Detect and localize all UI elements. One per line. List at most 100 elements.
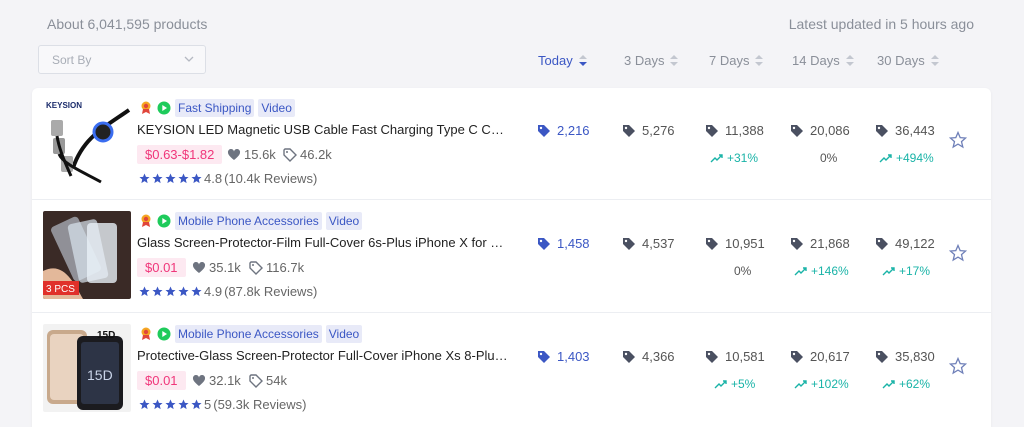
tag-icon	[706, 237, 718, 250]
stat-3-days: 4,366	[622, 349, 675, 364]
delta-14-days: +102%	[794, 377, 849, 391]
tag-category[interactable]: Mobile Phone Accessories	[175, 212, 322, 230]
product-title[interactable]: Protective-Glass Screen-Protector Full-C…	[137, 348, 509, 363]
price-badge: $0.63-$1.82	[137, 145, 223, 164]
price-badge: $0.01	[137, 371, 186, 390]
sort-3-days[interactable]: 3 Days	[624, 53, 679, 68]
product-thumbnail[interactable]: 15D 15D	[43, 324, 131, 412]
delta-7-days: 0%	[734, 264, 752, 278]
tag-video[interactable]: Video	[325, 212, 363, 230]
orders-count: 54k	[249, 373, 287, 388]
star-icon	[139, 399, 150, 410]
trend-up-icon	[882, 380, 895, 389]
star-icon	[139, 173, 150, 184]
cable-image: KEYSION	[43, 98, 131, 186]
tag-icon	[706, 124, 718, 137]
col-label: 30 Days	[877, 53, 925, 68]
toolbar: About 6,041,595 products Latest updated …	[0, 0, 1024, 90]
review-count: (10.4k Reviews)	[224, 171, 318, 186]
col-label: Today	[538, 53, 573, 68]
screen-protector-image: 3 PCS	[43, 211, 131, 299]
badge-row: Mobile Phone Accessories Video	[139, 325, 363, 343]
sort-7-days[interactable]: 7 Days	[709, 53, 764, 68]
rating: 5 (59.3k Reviews)	[139, 397, 306, 412]
delta-30-days: +494%	[879, 151, 934, 165]
tag-icon	[623, 237, 635, 250]
award-icon	[141, 101, 151, 114]
stat-14-days: 20,617	[790, 349, 850, 364]
trend-up-icon	[882, 267, 895, 276]
favorite-star-icon[interactable]	[949, 131, 967, 149]
product-thumbnail[interactable]: KEYSION	[43, 98, 131, 186]
delta-14-days: +146%	[794, 264, 849, 278]
product-list: KEYSION Fast Shipping Video KEYSION LED …	[32, 88, 991, 427]
delta-30-days: +17%	[882, 264, 930, 278]
likes-value: 32.1k	[209, 373, 241, 388]
tag-icon	[249, 260, 263, 275]
favorite-star-icon[interactable]	[949, 357, 967, 375]
rating: 4.8 (10.4k Reviews)	[139, 171, 317, 186]
stat-14-days: 20,086	[790, 123, 850, 138]
delta-7-days: +5%	[714, 377, 755, 391]
stat-7-days: 10,581	[705, 349, 765, 364]
product-thumbnail[interactable]: 3 PCS	[43, 211, 131, 299]
stat-3-days: 5,276	[622, 123, 675, 138]
star-icon	[139, 286, 150, 297]
sort-select[interactable]: Sort By	[38, 45, 206, 74]
star-icon	[191, 173, 202, 184]
product-title[interactable]: Glass Screen-Protector-Film Full-Cover 6…	[137, 235, 509, 250]
tag-icon	[791, 237, 803, 250]
heart-icon	[227, 148, 241, 160]
review-count: (59.3k Reviews)	[213, 397, 307, 412]
stat-today: 2,216	[537, 123, 590, 138]
sort-icon	[755, 55, 764, 66]
badge-row: Fast Shipping Video	[139, 99, 295, 117]
product-row[interactable]: 15D 15D Mobile Phone Accessories Video P…	[32, 314, 991, 426]
product-title[interactable]: KEYSION LED Magnetic USB Cable Fast Char…	[137, 122, 509, 137]
star-icon	[178, 286, 189, 297]
sort-14-days[interactable]: 14 Days	[792, 53, 854, 68]
product-row[interactable]: KEYSION Fast Shipping Video KEYSION LED …	[32, 88, 991, 200]
stat-7-days: 11,388	[705, 123, 764, 138]
delta-14-days: 0%	[820, 151, 838, 165]
tag-video[interactable]: Video	[258, 99, 295, 117]
svg-text:15D: 15D	[87, 367, 113, 383]
delta-7-days: +31%	[710, 151, 758, 165]
trend-up-icon	[710, 154, 723, 163]
heart-icon	[192, 261, 206, 273]
delta-30-days: +62%	[882, 377, 930, 391]
rating-value: 4.9	[204, 284, 223, 299]
product-count: About 6,041,595 products	[47, 16, 208, 32]
award-icon	[141, 327, 151, 340]
tag-icon	[706, 350, 718, 363]
tag-icon	[283, 147, 297, 162]
likes-value: 35.1k	[209, 260, 241, 275]
col-label: 14 Days	[792, 53, 840, 68]
review-count: (87.8k Reviews)	[224, 284, 318, 299]
favorite-star-icon[interactable]	[949, 244, 967, 262]
chevron-down-icon	[184, 56, 194, 62]
tag-category[interactable]: Fast Shipping	[175, 99, 255, 117]
stat-7-days: 10,951	[705, 236, 765, 251]
star-icon	[165, 399, 176, 410]
sort-30-days[interactable]: 30 Days	[877, 53, 939, 68]
tag-category[interactable]: Mobile Phone Accessories	[175, 325, 322, 343]
tag-icon	[538, 350, 550, 363]
video-play-icon	[157, 101, 171, 115]
heart-icon	[192, 374, 206, 386]
thumb-label: 3 PCS	[46, 284, 75, 295]
product-row[interactable]: 3 PCS Mobile Phone Accessories Video Gla…	[32, 201, 991, 313]
star-icon	[152, 173, 163, 184]
star-icon	[152, 286, 163, 297]
stat-today: 1,403	[537, 349, 590, 364]
video-play-icon	[157, 327, 171, 341]
trend-up-icon	[794, 380, 807, 389]
tag-icon	[249, 373, 263, 388]
star-icon	[165, 286, 176, 297]
trend-up-icon	[714, 380, 727, 389]
last-updated: Latest updated in 5 hours ago	[788, 16, 974, 32]
tag-video[interactable]: Video	[325, 325, 363, 343]
rating: 4.9 (87.8k Reviews)	[139, 284, 317, 299]
award-icon	[141, 214, 151, 227]
sort-today[interactable]: Today	[538, 53, 587, 68]
